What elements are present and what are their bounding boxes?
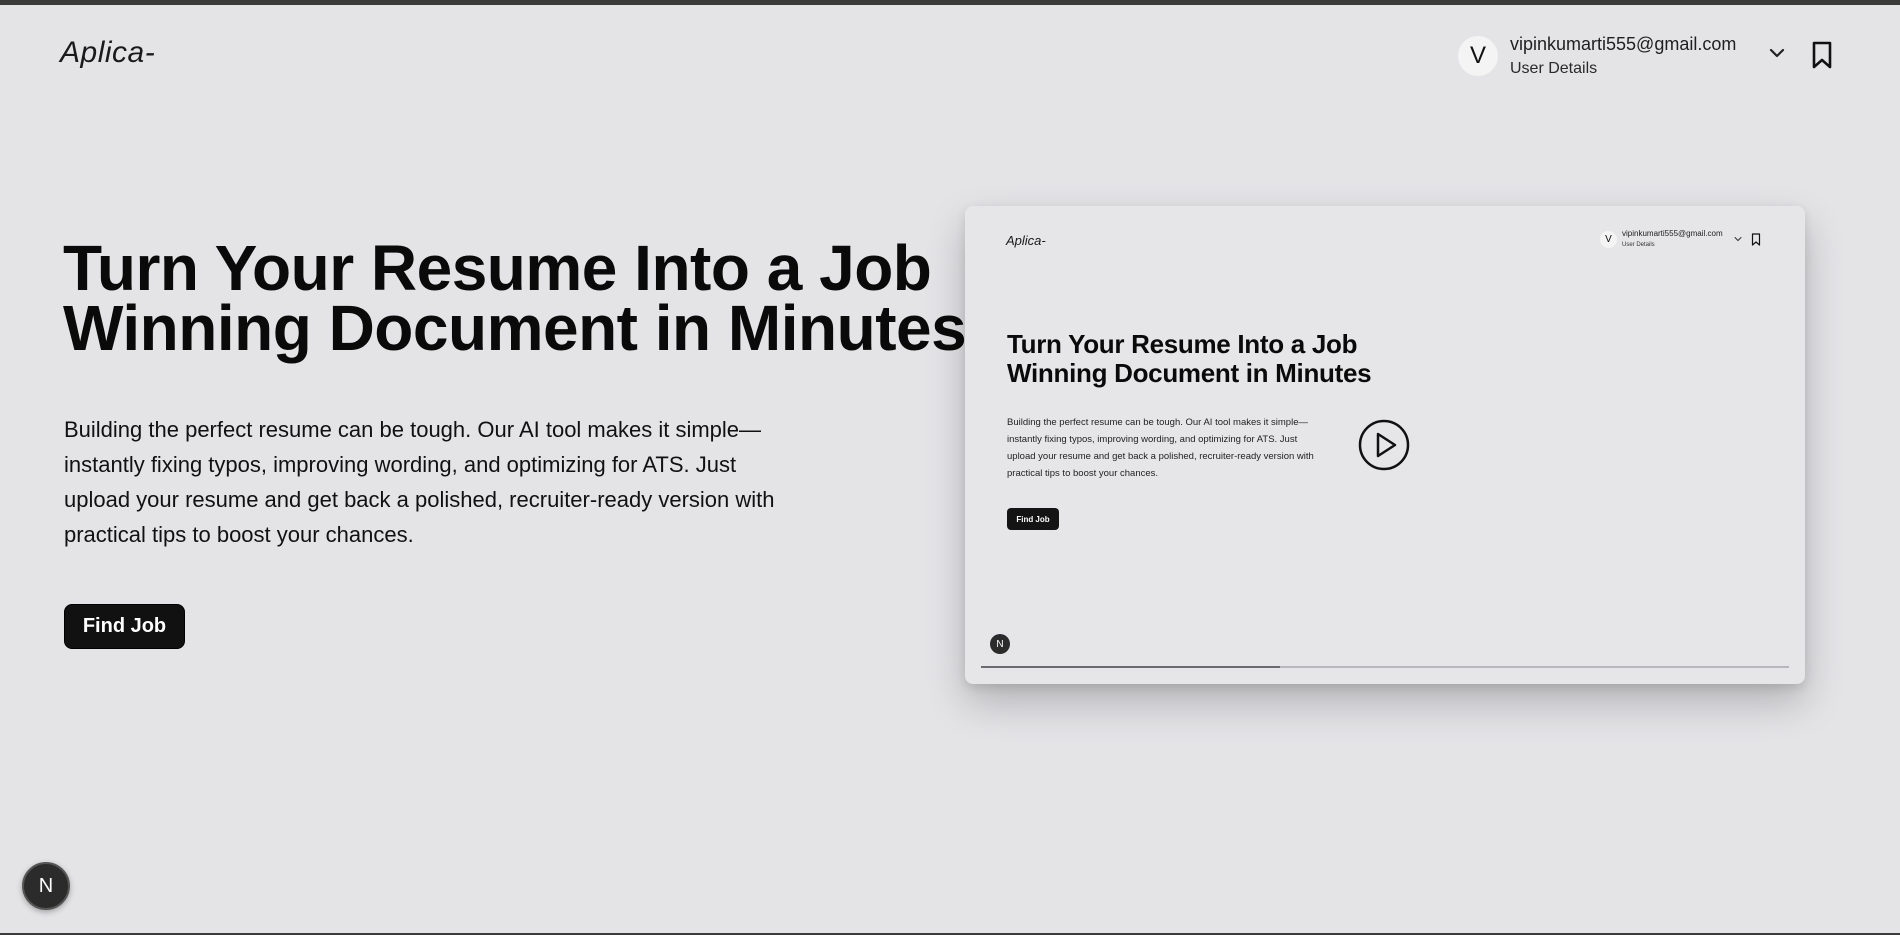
preview-title-line-2: Winning Document in Minutes: [1007, 358, 1372, 388]
preview-find-job-button: Find Job: [1007, 508, 1059, 530]
video-preview[interactable]: Aplica- V vipinkumarti555@gmail.com User…: [965, 206, 1805, 684]
preview-n-badge: N: [990, 634, 1010, 654]
preview-hero-title: Turn Your Resume Into a Job Winning Docu…: [1007, 330, 1427, 388]
user-menu[interactable]: V vipinkumarti555@gmail.com User Details: [1458, 33, 1736, 79]
chevron-down-icon[interactable]: [1767, 46, 1787, 60]
play-icon[interactable]: [1358, 419, 1410, 471]
preview-chevron-down-icon: [1734, 237, 1742, 242]
preview-bookmark-icon: [1751, 233, 1761, 246]
hero-description: Building the perfect resume can be tough…: [64, 417, 775, 547]
preview-user-info: vipinkumarti555@gmail.com User Details: [1622, 229, 1723, 249]
logo[interactable]: Aplica-: [60, 36, 155, 70]
hero-title-line-2: Winning Document in Minutes: [63, 292, 967, 364]
video-progress-bar[interactable]: [981, 666, 1789, 668]
next-dev-indicator-badge[interactable]: N: [22, 862, 70, 910]
preview-title-line-1: Turn Your Resume Into a Job: [1007, 329, 1358, 359]
preview-hero-description: Building the perfect resume can be tough…: [1007, 417, 1314, 479]
find-job-button[interactable]: Find Job: [64, 604, 185, 649]
top-border: [0, 0, 1900, 5]
preview-user-menu: V vipinkumarti555@gmail.com User Details: [1600, 229, 1723, 249]
preview-logo: Aplica-: [1006, 233, 1046, 248]
user-details-label: User Details: [1510, 60, 1598, 77]
preview-user-details-label: User Details: [1622, 242, 1655, 248]
hero-title: Turn Your Resume Into a Job Winning Docu…: [63, 236, 983, 360]
video-progress-fill: [981, 666, 1280, 668]
avatar[interactable]: V: [1458, 36, 1498, 76]
preview-user-email: vipinkumarti555@gmail.com: [1622, 229, 1723, 238]
user-info: vipinkumarti555@gmail.com User Details: [1510, 33, 1736, 79]
bookmark-icon[interactable]: [1810, 40, 1834, 70]
user-email: vipinkumarti555@gmail.com: [1510, 34, 1737, 54]
preview-avatar: V: [1600, 230, 1617, 248]
